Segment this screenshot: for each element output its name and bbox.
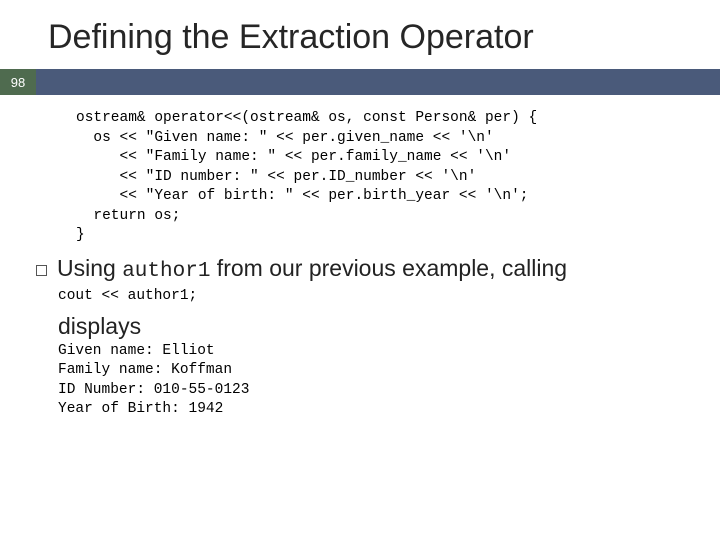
- code-line: os << "Given name: " << per.given_name <…: [76, 130, 494, 146]
- bullet-text: Using author1 from our previous example,…: [57, 254, 567, 285]
- output-line: Family name: Koffman: [58, 362, 232, 378]
- code-line: << "Family name: " << per.family_name <<…: [76, 149, 511, 165]
- call-code: cout << author1;: [58, 287, 680, 307]
- output-block: Given name: Elliot Family name: Koffman …: [58, 342, 680, 420]
- slide: Defining the Extraction Operator 98 ostr…: [0, 0, 720, 540]
- bullet-item: Using author1 from our previous example,…: [36, 254, 680, 285]
- header-bar-fill: [36, 69, 720, 95]
- code-line: ostream& operator<<(ostream& os, const P…: [76, 110, 537, 126]
- output-line: ID Number: 010-55-0123: [58, 382, 249, 398]
- output-line: Given name: Elliot: [58, 343, 215, 359]
- output-line: Year of Birth: 1942: [58, 401, 223, 417]
- page-number-badge: 98: [0, 69, 36, 95]
- bullet-text-mono: author1: [122, 260, 210, 283]
- slide-content: ostream& operator<<(ostream& os, const P…: [0, 95, 720, 420]
- code-line: << "ID number: " << per.ID_number << '\n…: [76, 169, 476, 185]
- header-bar: 98: [0, 69, 720, 95]
- code-line: return os;: [76, 208, 180, 224]
- bullet-text-post: from our previous example, calling: [210, 255, 567, 281]
- code-line: << "Year of birth: " << per.birth_year <…: [76, 188, 528, 204]
- code-line: }: [76, 227, 85, 243]
- square-bullet-icon: [36, 265, 47, 276]
- slide-title: Defining the Extraction Operator: [0, 0, 720, 69]
- bullet-text-pre: Using: [57, 255, 122, 281]
- displays-label: displays: [58, 313, 680, 340]
- code-block: ostream& operator<<(ostream& os, const P…: [58, 109, 680, 246]
